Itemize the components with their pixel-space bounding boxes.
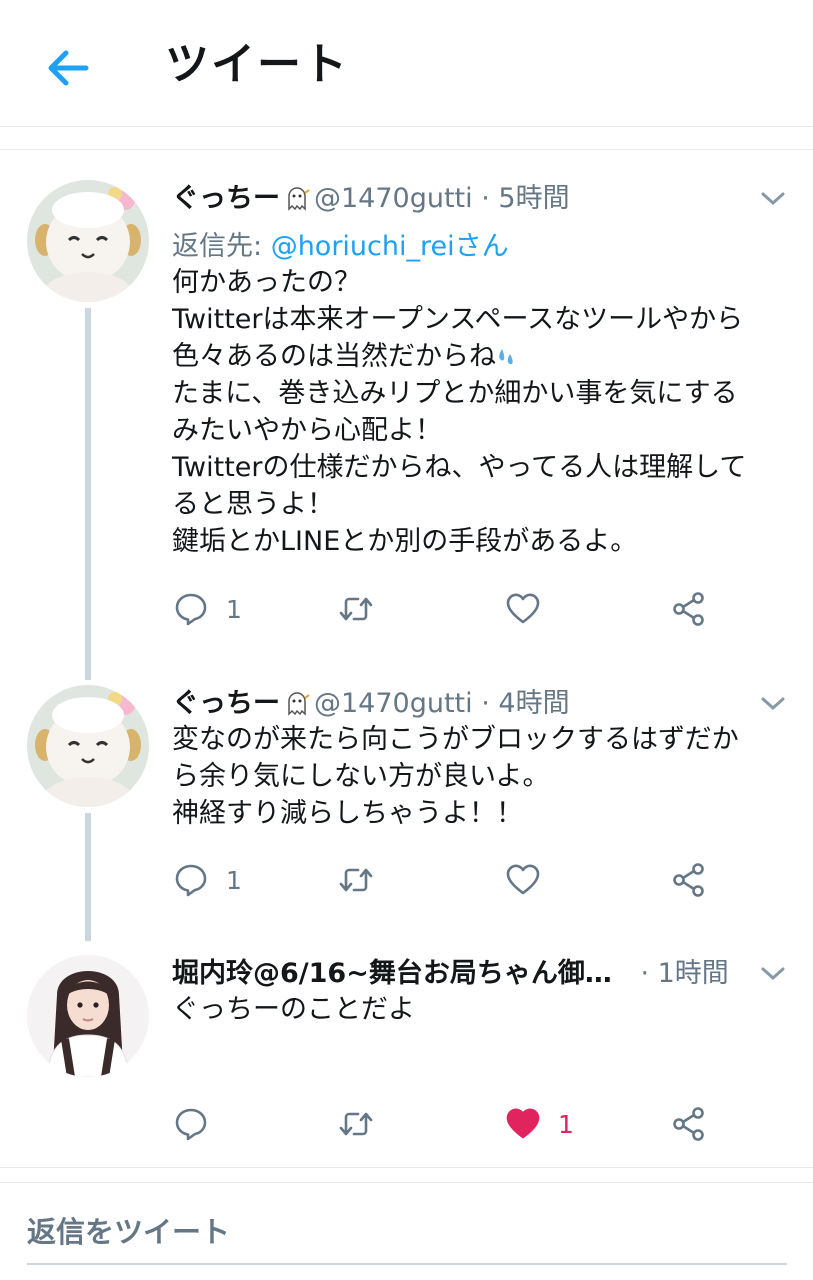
page-title: ツイート: [165, 39, 349, 90]
like-icon: [506, 864, 540, 895]
user-handle[interactable]: @1470gutti: [314, 688, 473, 719]
like-icon-filled: [506, 1108, 540, 1139]
tweet[interactable]: ぐっちー @1470gutti · 4時間 変なのが来たら向こうがブロックするはず…: [0, 655, 813, 941]
tweet-text-part: たまに、巻き込みリプとか細かい事を気にする みたいやから心配よ！ Twitter…: [172, 378, 747, 557]
top-bar: ツイート: [0, 0, 813, 127]
chevron-down-icon[interactable]: [759, 693, 787, 713]
ghost-emoji-icon: [288, 692, 310, 716]
user-photo-avatar-image: [27, 955, 149, 1077]
like-icon: [506, 593, 540, 624]
header-divider: [0, 127, 813, 150]
tweet[interactable]: 堀内玲@6/16~舞台お局ちゃん御… · 1時間 ぐっちーのことだよ 1: [0, 925, 813, 1165]
user-handle[interactable]: @1470gutti: [314, 183, 473, 214]
compose-divider: [0, 1167, 813, 1183]
reply-icon: [175, 593, 207, 626]
like-button[interactable]: [504, 586, 542, 632]
share-button[interactable]: [670, 1101, 708, 1147]
tweet-header: 堀内玲@6/16~舞台お局ちゃん御… · 1時間: [172, 951, 729, 991]
reply-icon: [175, 1108, 207, 1141]
like-button[interactable]: 1: [504, 1101, 574, 1147]
tweet-text: 変なのが来たら向こうがブロックするはずだか ら余り気にしない方が良いよ。 神経す…: [172, 724, 739, 829]
avatar[interactable]: [27, 955, 149, 1077]
sheep-plush-avatar-image: [27, 180, 149, 302]
reply-compose-input[interactable]: 返信をツイート: [27, 1195, 787, 1265]
timestamp[interactable]: · 1時間: [640, 958, 728, 989]
compose-placeholder: 返信をツイート: [27, 1215, 231, 1249]
thread-line: [85, 813, 91, 941]
tweet-actions: 1: [172, 586, 772, 632]
share-icon: [673, 863, 704, 897]
share-icon: [673, 1107, 704, 1141]
display-name[interactable]: ぐっちー: [172, 688, 280, 719]
share-button[interactable]: [670, 857, 708, 903]
like-count: 1: [558, 1109, 574, 1139]
reply-count: 1: [226, 865, 242, 895]
reply-to-link[interactable]: @horiuchi_reiさん: [271, 231, 509, 262]
reply-button[interactable]: 1: [172, 586, 242, 632]
avatar[interactable]: [27, 180, 149, 302]
timestamp[interactable]: · 5時間: [481, 183, 569, 214]
share-icon: [673, 592, 704, 626]
tweet-actions: 1: [172, 857, 772, 903]
chevron-down-icon[interactable]: [759, 188, 787, 208]
avatar[interactable]: [27, 685, 149, 807]
tweet-header: ぐっちー @1470gutti · 5時間: [172, 176, 570, 216]
back-arrow-icon: [48, 50, 89, 86]
tweet-header: ぐっちー @1470gutti · 4時間: [172, 681, 570, 721]
share-button[interactable]: [670, 586, 708, 632]
retweet-button[interactable]: [337, 586, 375, 632]
reply-to-line: 返信先: @horiuchi_reiさん: [172, 224, 509, 263]
tweet-text: ぐっちーのことだよ: [172, 994, 415, 1025]
reply-icon: [175, 864, 207, 897]
like-button[interactable]: [504, 857, 542, 903]
display-name[interactable]: ぐっちー: [172, 183, 280, 214]
timestamp[interactable]: · 4時間: [481, 688, 569, 719]
chevron-down-icon[interactable]: [759, 963, 787, 983]
ghost-emoji-icon: [288, 187, 310, 211]
reply-button[interactable]: [172, 1101, 210, 1147]
retweet-icon: [339, 1112, 373, 1136]
back-button[interactable]: [40, 40, 96, 96]
sweat-drop-emoji-icon: [499, 349, 513, 365]
sheep-plush-avatar-image: [27, 685, 149, 807]
tweet-text: 何かあったの？ Twitterは本来オープンスペースなツールやから 色々あるのは…: [172, 264, 792, 560]
compose-underline: [27, 1263, 787, 1265]
thread-line: [85, 308, 91, 680]
retweet-button[interactable]: [337, 857, 375, 903]
retweet-icon: [339, 868, 373, 892]
tweet-actions: 1: [172, 1101, 772, 1147]
display-name[interactable]: 堀内玲@6/16~舞台お局ちゃん御…: [172, 958, 612, 989]
reply-to-label: 返信先:: [172, 231, 271, 262]
tweet-text-part: 何かあったの？ Twitterは本来オープンスペースなツールやから 色々あるのは…: [172, 267, 744, 372]
reply-count: 1: [226, 594, 242, 624]
tweet[interactable]: ぐっちー @1470gutti · 5時間 返信先: @horiuchi_reiさ…: [0, 150, 813, 690]
retweet-icon: [339, 597, 373, 621]
retweet-button[interactable]: [337, 1101, 375, 1147]
reply-button[interactable]: 1: [172, 857, 242, 903]
